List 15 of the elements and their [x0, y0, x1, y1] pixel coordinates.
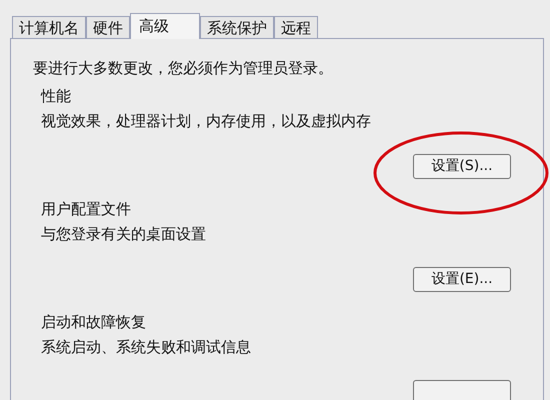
section-title: 性能	[41, 86, 72, 107]
settings-button[interactable]: 设置(E)...	[413, 267, 511, 292]
section-description: 系统启动、系统失败和调试信息	[41, 337, 252, 358]
tab[interactable]: 系统保护	[200, 16, 274, 38]
section-title: 用户配置文件	[41, 199, 132, 220]
button-edge[interactable]	[413, 380, 511, 400]
section-title: 启动和故障恢复	[41, 312, 147, 333]
settings-button[interactable]: 设置(S)...	[413, 154, 511, 179]
tab[interactable]: 硬件	[86, 16, 130, 38]
section-description: 视觉效果，处理器计划，内存使用，以及虚拟内存	[41, 111, 372, 132]
notice-text: 要进行大多数更改，您必须作为管理员登录。	[33, 58, 334, 79]
tab[interactable]: 远程	[274, 16, 318, 38]
tab[interactable]: 高级	[130, 13, 200, 39]
tab[interactable]: 计算机名	[12, 16, 86, 38]
section-description: 与您登录有关的桌面设置	[41, 224, 207, 245]
